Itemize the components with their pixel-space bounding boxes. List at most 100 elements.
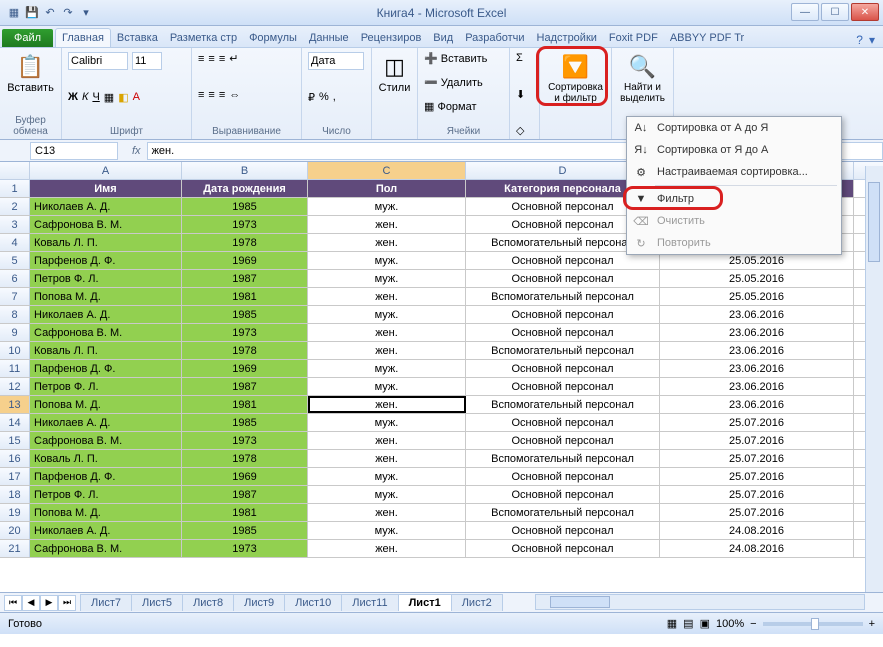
align-left-icon[interactable]: ≡ bbox=[198, 89, 204, 101]
tab-abbyy[interactable]: ABBYY PDF Tr bbox=[664, 29, 750, 47]
cell[interactable]: Основной персонал bbox=[466, 522, 660, 539]
percent-icon[interactable]: % bbox=[319, 91, 329, 103]
cell[interactable]: Сафронова В. М. bbox=[30, 540, 182, 557]
menu-sort-az[interactable]: А↓Сортировка от А до Я bbox=[627, 117, 841, 139]
cell[interactable]: Сафронова В. М. bbox=[30, 432, 182, 449]
number-format-combo[interactable] bbox=[308, 52, 364, 70]
align-top-icon[interactable]: ≡ bbox=[198, 53, 204, 65]
cell[interactable]: муж. bbox=[308, 198, 466, 215]
cell[interactable]: жен. bbox=[308, 396, 466, 413]
cell[interactable]: Основной персонал bbox=[466, 540, 660, 557]
tab-data[interactable]: Данные bbox=[303, 29, 355, 47]
wrap-icon[interactable]: ↵ bbox=[229, 52, 238, 65]
row-header[interactable]: 12 bbox=[0, 378, 30, 395]
cell[interactable]: муж. bbox=[308, 270, 466, 287]
cell[interactable]: 1973 bbox=[182, 216, 308, 233]
cell[interactable]: жен. bbox=[308, 324, 466, 341]
sheet-tab[interactable]: Лист8 bbox=[182, 594, 234, 611]
cell[interactable]: 1987 bbox=[182, 378, 308, 395]
vscroll-thumb[interactable] bbox=[868, 182, 880, 262]
cells-insert-button[interactable]: ➕ Вставить bbox=[424, 53, 487, 65]
vertical-scrollbar[interactable] bbox=[865, 166, 883, 596]
cell[interactable]: 1978 bbox=[182, 342, 308, 359]
cell[interactable]: жен. bbox=[308, 450, 466, 467]
cell[interactable]: Николаев А. Д. bbox=[30, 522, 182, 539]
cell[interactable]: 1987 bbox=[182, 486, 308, 503]
row-header[interactable]: 21 bbox=[0, 540, 30, 557]
tab-layout[interactable]: Разметка стр bbox=[164, 29, 243, 47]
cell[interactable]: 1973 bbox=[182, 432, 308, 449]
cell[interactable]: жен. bbox=[308, 432, 466, 449]
tab-formulas[interactable]: Формулы bbox=[243, 29, 303, 47]
cell[interactable]: муж. bbox=[308, 306, 466, 323]
cell[interactable]: 23.06.2016 bbox=[660, 378, 854, 395]
row-header[interactable]: 17 bbox=[0, 468, 30, 485]
find-select-button[interactable]: 🔍Найти и выделить bbox=[618, 52, 667, 106]
cell[interactable]: 24.08.2016 bbox=[660, 540, 854, 557]
font-size-combo[interactable] bbox=[132, 52, 162, 70]
row-header[interactable]: 4 bbox=[0, 234, 30, 251]
save-icon[interactable]: 💾 bbox=[24, 5, 40, 21]
zoom-slider[interactable] bbox=[763, 622, 863, 626]
cell[interactable]: 1985 bbox=[182, 414, 308, 431]
align-mid-icon[interactable]: ≡ bbox=[208, 53, 214, 65]
select-all-corner[interactable] bbox=[0, 162, 30, 179]
cell[interactable]: 23.06.2016 bbox=[660, 306, 854, 323]
cell[interactable]: Коваль Л. П. bbox=[30, 234, 182, 251]
row-header[interactable]: 2 bbox=[0, 198, 30, 215]
cell[interactable]: 1973 bbox=[182, 324, 308, 341]
horizontal-scrollbar[interactable] bbox=[535, 594, 865, 610]
cell[interactable]: 1985 bbox=[182, 306, 308, 323]
col-header-C[interactable]: C bbox=[308, 162, 466, 179]
font-name-combo[interactable] bbox=[68, 52, 128, 70]
sheet-tab[interactable]: Лист1 bbox=[398, 594, 452, 611]
cell[interactable]: Основной персонал bbox=[466, 486, 660, 503]
close-button[interactable]: ✕ bbox=[851, 3, 879, 21]
clear-icon[interactable]: ◇ bbox=[516, 124, 533, 137]
cell[interactable]: 23.06.2016 bbox=[660, 396, 854, 413]
sheet-nav-first[interactable]: ⏮ bbox=[4, 595, 22, 611]
currency-icon[interactable]: ₽ bbox=[308, 91, 315, 104]
cell[interactable]: 1973 bbox=[182, 540, 308, 557]
tab-view[interactable]: Вид bbox=[427, 29, 459, 47]
cell[interactable]: Попова М. Д. bbox=[30, 396, 182, 413]
tab-foxit[interactable]: Foxit PDF bbox=[603, 29, 664, 47]
cell[interactable]: 25.07.2016 bbox=[660, 432, 854, 449]
cell[interactable]: Основной персонал bbox=[466, 324, 660, 341]
view-normal-icon[interactable]: ▦ bbox=[667, 617, 677, 630]
sort-filter-button[interactable]: 🔽 Сортировка и фильтр bbox=[546, 52, 605, 106]
sheet-nav-last[interactable]: ⏭ bbox=[58, 595, 76, 611]
row-header[interactable]: 5 bbox=[0, 252, 30, 269]
border-icon[interactable]: ▦ bbox=[104, 91, 114, 104]
row-header[interactable]: 9 bbox=[0, 324, 30, 341]
sheet-tab[interactable]: Лист5 bbox=[131, 594, 183, 611]
name-box[interactable]: C13 bbox=[30, 142, 118, 160]
header-cell[interactable]: Пол bbox=[308, 180, 466, 197]
cell[interactable]: муж. bbox=[308, 414, 466, 431]
cell[interactable]: 25.07.2016 bbox=[660, 414, 854, 431]
cell[interactable]: муж. bbox=[308, 468, 466, 485]
sheet-tab[interactable]: Лист7 bbox=[80, 594, 132, 611]
cell[interactable]: Основной персонал bbox=[466, 378, 660, 395]
cell[interactable]: 23.06.2016 bbox=[660, 360, 854, 377]
cell[interactable]: Коваль Л. П. bbox=[30, 450, 182, 467]
cell[interactable]: Основной персонал bbox=[466, 270, 660, 287]
menu-custom-sort[interactable]: ⚙Настраиваемая сортировка... bbox=[627, 161, 841, 183]
cell[interactable]: Николаев А. Д. bbox=[30, 306, 182, 323]
cell[interactable]: жен. bbox=[308, 234, 466, 251]
cell[interactable]: 1978 bbox=[182, 450, 308, 467]
paste-button[interactable]: 📋 Вставить bbox=[6, 52, 55, 96]
row-header[interactable]: 11 bbox=[0, 360, 30, 377]
undo-icon[interactable]: ↶ bbox=[42, 5, 58, 21]
cell[interactable]: Сафронова В. М. bbox=[30, 324, 182, 341]
view-layout-icon[interactable]: ▤ bbox=[683, 617, 693, 630]
cell[interactable]: муж. bbox=[308, 522, 466, 539]
cell[interactable]: 25.07.2016 bbox=[660, 450, 854, 467]
cell[interactable]: Основной персонал bbox=[466, 432, 660, 449]
sheet-nav-next[interactable]: ▶ bbox=[40, 595, 58, 611]
cell[interactable]: Вспомогательный персонал bbox=[466, 396, 660, 413]
tab-file[interactable]: Файл bbox=[2, 29, 53, 47]
underline-button[interactable]: Ч bbox=[92, 91, 99, 103]
cell[interactable]: Петров Ф. Л. bbox=[30, 486, 182, 503]
cell[interactable]: 1981 bbox=[182, 396, 308, 413]
